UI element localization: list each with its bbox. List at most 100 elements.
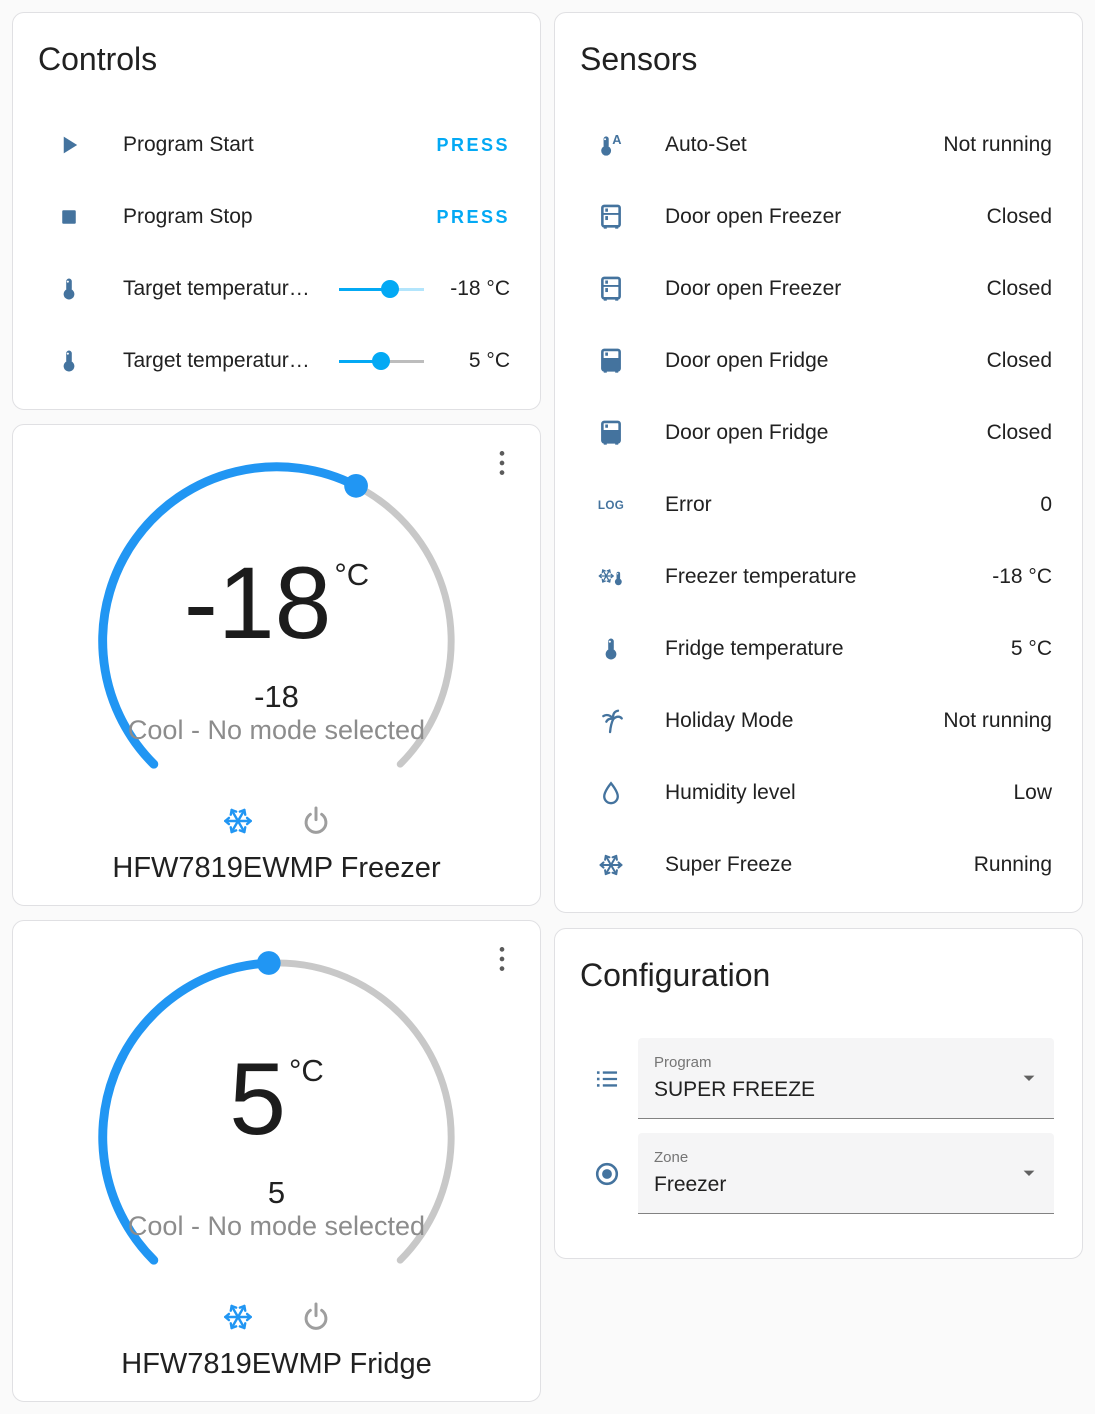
sensor-value: 5 °C xyxy=(1010,637,1052,660)
select-value: SUPER FREEZE xyxy=(654,1078,816,1101)
sensor-value: -18 °C xyxy=(992,565,1052,588)
thermostat-name: HFW7819EWMP Fridge xyxy=(121,1348,432,1380)
sensor-row[interactable]: Holiday Mode Not running xyxy=(555,685,1082,757)
snowflake-thermometer-icon xyxy=(597,563,625,591)
off-mode-button[interactable] xyxy=(299,1300,333,1334)
sensor-label: Freezer temperature xyxy=(665,565,857,588)
snowflake-cool-icon xyxy=(221,1300,255,1334)
sensor-label: Door open Freezer xyxy=(665,205,842,228)
thermostat-card-freezer: -18°C -18 Cool - No mode selected HFW781… xyxy=(12,424,541,906)
thermostat-dial: -18°C -18 Cool - No mode selected xyxy=(87,451,467,831)
sensor-label: Fridge temperature xyxy=(665,637,844,660)
dial-handle[interactable] xyxy=(343,473,368,498)
sensor-row[interactable]: Freezer temperature -18 °C xyxy=(555,541,1082,613)
controls-title: Controls xyxy=(38,41,158,77)
zone-field-row: Zone Freezer xyxy=(593,1133,1054,1214)
left-column: Controls Program Start PRESS Program Sto… xyxy=(12,12,541,1402)
sensor-value: Running xyxy=(973,853,1052,876)
more-options-button[interactable] xyxy=(488,943,516,975)
chevron-down-icon xyxy=(1016,1160,1042,1186)
dial-active-arc xyxy=(97,462,361,769)
cool-mode-button[interactable] xyxy=(221,804,255,838)
controls-card: Controls Program Start PRESS Program Sto… xyxy=(12,12,541,410)
thermostat-name: HFW7819EWMP Freezer xyxy=(112,852,441,884)
select-value: Freezer xyxy=(654,1173,727,1196)
play-icon xyxy=(55,131,83,159)
thermostat-dial: 5°C 5 Cool - No mode selected xyxy=(87,947,467,1327)
sensors-rows: Auto-Set Not running Door open Freezer C… xyxy=(555,109,1082,901)
sensor-label: Holiday Mode xyxy=(665,709,794,732)
mode-buttons xyxy=(13,1300,540,1334)
cool-mode-button[interactable] xyxy=(221,1300,255,1334)
sensors-title: Sensors xyxy=(580,41,698,77)
sensor-value: Not running xyxy=(943,133,1052,156)
configuration-card: Configuration Program SUPER FREEZE Zone … xyxy=(554,928,1083,1259)
dial-slider[interactable] xyxy=(87,947,467,1327)
sensor-row[interactable]: Door open Fridge Closed xyxy=(555,397,1082,469)
row-label: Program Stop xyxy=(123,205,253,228)
sensor-row[interactable]: Super Freeze Running xyxy=(555,829,1082,901)
press-button[interactable]: PRESS xyxy=(436,135,510,156)
row-target-temperature-fridge[interactable]: Target temperatur… 5 °C xyxy=(13,325,540,397)
fridge-bottom-icon xyxy=(597,419,625,447)
row-label: Program Start xyxy=(123,133,254,156)
more-options-button[interactable] xyxy=(488,447,516,479)
slider-thumb[interactable] xyxy=(381,280,399,298)
zone-select[interactable]: Zone Freezer xyxy=(638,1133,1054,1214)
slider-value: 5 °C xyxy=(468,349,510,372)
select-label: Program xyxy=(654,1054,712,1071)
snowflake-cool-icon xyxy=(221,804,255,838)
sensor-label: Super Freeze xyxy=(665,853,793,876)
fridge-outline-icon xyxy=(597,203,625,231)
program-select[interactable]: Program SUPER FREEZE xyxy=(638,1038,1054,1119)
sensor-row[interactable]: Door open Freezer Closed xyxy=(555,253,1082,325)
sensor-row[interactable]: Door open Freezer Closed xyxy=(555,181,1082,253)
log-icon xyxy=(597,491,625,519)
radiobox-marked-icon xyxy=(593,1160,621,1188)
thermometer-icon xyxy=(597,635,625,663)
dial-slider[interactable] xyxy=(87,451,467,831)
row-program-start[interactable]: Program Start PRESS xyxy=(13,109,540,181)
sensor-value: Low xyxy=(1013,781,1052,804)
slider-thumb[interactable] xyxy=(371,352,390,370)
row-program-stop[interactable]: Program Stop PRESS xyxy=(13,181,540,253)
sensor-value: Closed xyxy=(986,349,1052,372)
sensor-row[interactable]: Door open Fridge Closed xyxy=(555,325,1082,397)
controls-rows: Program Start PRESS Program Stop PRESS T… xyxy=(13,109,540,397)
chevron-down-icon xyxy=(1016,1065,1042,1091)
sensor-value: Not running xyxy=(943,709,1052,732)
thermometer-icon xyxy=(55,275,83,303)
sensor-value: 0 xyxy=(1040,493,1052,516)
off-mode-button[interactable] xyxy=(299,804,333,838)
right-column: Sensors Auto-Set Not running Door open F… xyxy=(554,12,1083,1402)
program-field-row: Program SUPER FREEZE xyxy=(593,1038,1054,1119)
sensor-label: Door open Fridge xyxy=(665,421,829,444)
press-button[interactable]: PRESS xyxy=(436,207,510,228)
sensor-label: Auto-Set xyxy=(665,133,747,156)
sensor-value: Closed xyxy=(986,421,1052,444)
dots-vertical-icon xyxy=(489,944,515,974)
sensors-card: Sensors Auto-Set Not running Door open F… xyxy=(554,12,1083,913)
sensor-label: Door open Freezer xyxy=(665,277,842,300)
sensor-row[interactable]: Fridge temperature 5 °C xyxy=(555,613,1082,685)
temperature-slider[interactable] xyxy=(339,351,424,371)
format-list-icon xyxy=(593,1065,621,1093)
temperature-slider[interactable] xyxy=(339,279,424,299)
sensor-label: Humidity level xyxy=(665,781,796,804)
configuration-title: Configuration xyxy=(580,957,771,993)
stop-icon xyxy=(55,203,83,231)
sensor-row[interactable]: Error 0 xyxy=(555,469,1082,541)
palm-tree-icon xyxy=(597,707,625,735)
row-label: Target temperatur… xyxy=(123,277,310,300)
dial-active-arc xyxy=(97,958,273,1265)
snowflake-icon xyxy=(597,851,625,879)
thermometer-auto-icon xyxy=(597,131,625,159)
row-target-temperature-freezer[interactable]: Target temperatur… -18 °C xyxy=(13,253,540,325)
fridge-bottom-icon xyxy=(597,347,625,375)
thermometer-icon xyxy=(55,347,83,375)
sensor-label: Error xyxy=(665,493,712,516)
dashboard: Controls Program Start PRESS Program Sto… xyxy=(0,0,1095,1414)
sensor-row[interactable]: Auto-Set Not running xyxy=(555,109,1082,181)
sensor-row[interactable]: Humidity level Low xyxy=(555,757,1082,829)
dial-handle[interactable] xyxy=(256,951,281,975)
